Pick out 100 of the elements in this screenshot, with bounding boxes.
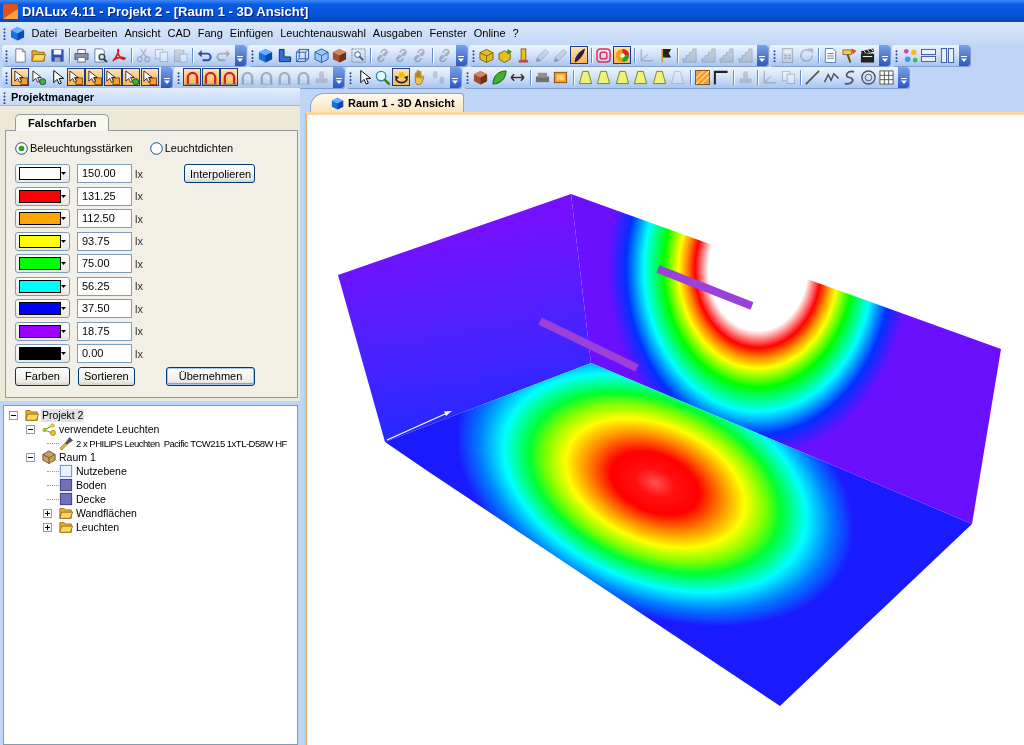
toolbar-options-button[interactable] bbox=[879, 44, 890, 66]
toolbar-button[interactable] bbox=[570, 46, 589, 64]
toolbar-button[interactable] bbox=[85, 68, 104, 86]
value-field[interactable]: 0.00 bbox=[77, 344, 132, 363]
action-button[interactable]: Farben bbox=[15, 366, 70, 386]
minus-box-icon[interactable] bbox=[26, 452, 35, 462]
toolbar-button[interactable] bbox=[803, 68, 822, 86]
radio-option[interactable]: Leuchtdichten bbox=[149, 141, 234, 155]
toolbar-options-button[interactable] bbox=[333, 66, 344, 88]
grip-icon[interactable] bbox=[5, 48, 8, 62]
grip-icon[interactable] bbox=[3, 89, 6, 104]
grip-icon[interactable] bbox=[250, 48, 254, 62]
color-dropdown[interactable] bbox=[15, 344, 70, 363]
menu-item[interactable]: Online bbox=[470, 25, 509, 41]
toolbar-button[interactable] bbox=[392, 68, 411, 86]
toolbar-button[interactable] bbox=[471, 68, 490, 86]
grip-icon[interactable] bbox=[3, 26, 6, 40]
toolbar-button[interactable] bbox=[858, 46, 877, 64]
value-field[interactable]: 112.50 bbox=[77, 209, 132, 228]
color-dropdown[interactable] bbox=[15, 209, 70, 228]
menu-item[interactable]: Fenster bbox=[425, 25, 471, 41]
color-dropdown[interactable] bbox=[15, 186, 70, 206]
menu-item[interactable]: ? bbox=[509, 25, 523, 41]
toolbar-button[interactable] bbox=[66, 68, 85, 86]
arch-icon bbox=[277, 69, 293, 85]
value-field[interactable]: 75.00 bbox=[77, 254, 132, 273]
toolbar-button[interactable] bbox=[48, 46, 67, 64]
toolbar-button[interactable] bbox=[330, 46, 349, 64]
value-field[interactable]: 131.25 bbox=[77, 186, 132, 206]
tree-item[interactable]: Decke bbox=[75, 492, 107, 506]
tree-item[interactable]: Boden bbox=[75, 478, 108, 492]
toolbar-button[interactable] bbox=[840, 46, 859, 64]
caret-icon bbox=[61, 239, 66, 243]
toolbar-button[interactable] bbox=[613, 46, 632, 64]
value-field[interactable]: 93.75 bbox=[77, 231, 132, 251]
toolbar-button[interactable] bbox=[29, 68, 48, 86]
toolbar-button[interactable] bbox=[256, 46, 275, 64]
toolbar-options-button[interactable] bbox=[756, 44, 768, 66]
tree-item[interactable]: Nutzebene bbox=[75, 464, 128, 478]
color-dropdown[interactable] bbox=[15, 254, 70, 273]
toolbar-options-button[interactable] bbox=[449, 66, 461, 88]
tree-item[interactable]: Projekt 2 bbox=[41, 408, 85, 422]
toolbar-button[interactable] bbox=[859, 68, 878, 86]
radio-option[interactable]: Beleuchtungsstärken bbox=[15, 141, 133, 155]
toolbar-button[interactable] bbox=[183, 68, 202, 86]
interpolate-button[interactable]: Interpolieren bbox=[184, 164, 255, 183]
toolbar-button[interactable] bbox=[220, 68, 239, 86]
toolbar-button[interactable] bbox=[201, 68, 220, 86]
tree-item[interactable]: Wandflächen bbox=[75, 506, 138, 520]
color-dropdown[interactable] bbox=[15, 299, 70, 318]
toolbar-options-button[interactable] bbox=[455, 44, 467, 66]
menu-item[interactable]: Bearbeiten bbox=[60, 25, 121, 41]
value-field[interactable]: 37.50 bbox=[77, 299, 132, 318]
color-dropdown[interactable] bbox=[15, 276, 70, 296]
value-field[interactable]: 150.00 bbox=[77, 164, 132, 183]
stairs-icon bbox=[700, 47, 716, 63]
menu-item[interactable]: Ausgaben bbox=[369, 25, 426, 41]
toolbar-options-button[interactable] bbox=[161, 66, 172, 88]
toolbar-button[interactable] bbox=[140, 68, 159, 86]
tree-item[interactable]: 2 x PHILIPS Leuchten Pacific TCW215 1xTL-D58W HF bbox=[75, 436, 288, 450]
arch-icon bbox=[295, 69, 311, 85]
color-dropdown[interactable] bbox=[15, 231, 70, 251]
grip-icon[interactable] bbox=[895, 48, 898, 62]
tree-item[interactable]: verwendete Leuchten bbox=[58, 422, 161, 436]
view-tab[interactable]: Raum 1 - 3D Ansicht bbox=[310, 93, 464, 112]
grip-icon[interactable] bbox=[177, 70, 180, 84]
menu-item[interactable]: Einfügen bbox=[226, 25, 277, 41]
tab[interactable]: Falschfarben bbox=[15, 114, 110, 131]
minus-box-icon[interactable] bbox=[9, 410, 18, 420]
grip-icon[interactable] bbox=[349, 70, 352, 84]
menu-item[interactable]: CAD bbox=[164, 25, 195, 41]
menu-item[interactable]: Leuchtenauswahl bbox=[276, 25, 370, 41]
grip-icon[interactable] bbox=[772, 48, 776, 62]
grip-icon[interactable] bbox=[471, 48, 475, 62]
toolbar-options-button[interactable] bbox=[234, 44, 246, 66]
value-field[interactable]: 56.25 bbox=[77, 276, 132, 296]
value-field[interactable]: 18.75 bbox=[77, 321, 132, 341]
minus-box-icon[interactable] bbox=[26, 424, 35, 434]
plus-box-icon[interactable] bbox=[43, 508, 52, 518]
action-button[interactable]: Übernehmen bbox=[166, 366, 255, 386]
menu-item[interactable]: Ansicht bbox=[120, 25, 164, 41]
toolbar-button[interactable] bbox=[122, 68, 141, 86]
tree-item[interactable]: Raum 1 bbox=[58, 450, 97, 464]
clapperboard-icon bbox=[860, 47, 876, 63]
toolbar-button[interactable] bbox=[91, 46, 110, 64]
tree-item[interactable]: Leuchten bbox=[75, 520, 121, 534]
grip-icon[interactable] bbox=[5, 70, 8, 84]
toolbar-button[interactable] bbox=[11, 68, 30, 86]
toolbar-button[interactable] bbox=[711, 68, 730, 86]
color-dropdown[interactable] bbox=[15, 321, 70, 341]
menu-item[interactable]: Datei bbox=[28, 25, 61, 41]
toolbar-button[interactable] bbox=[693, 68, 712, 86]
toolbar-options-button[interactable] bbox=[898, 66, 909, 88]
toolbar-options-button[interactable] bbox=[958, 44, 970, 66]
plus-box-icon[interactable] bbox=[43, 522, 52, 532]
menu-item[interactable]: Fang bbox=[194, 25, 227, 41]
color-dropdown[interactable] bbox=[15, 164, 70, 183]
action-button[interactable]: Sortieren bbox=[78, 366, 135, 386]
toolbar-button[interactable] bbox=[103, 68, 122, 86]
grip-icon[interactable] bbox=[465, 70, 469, 84]
